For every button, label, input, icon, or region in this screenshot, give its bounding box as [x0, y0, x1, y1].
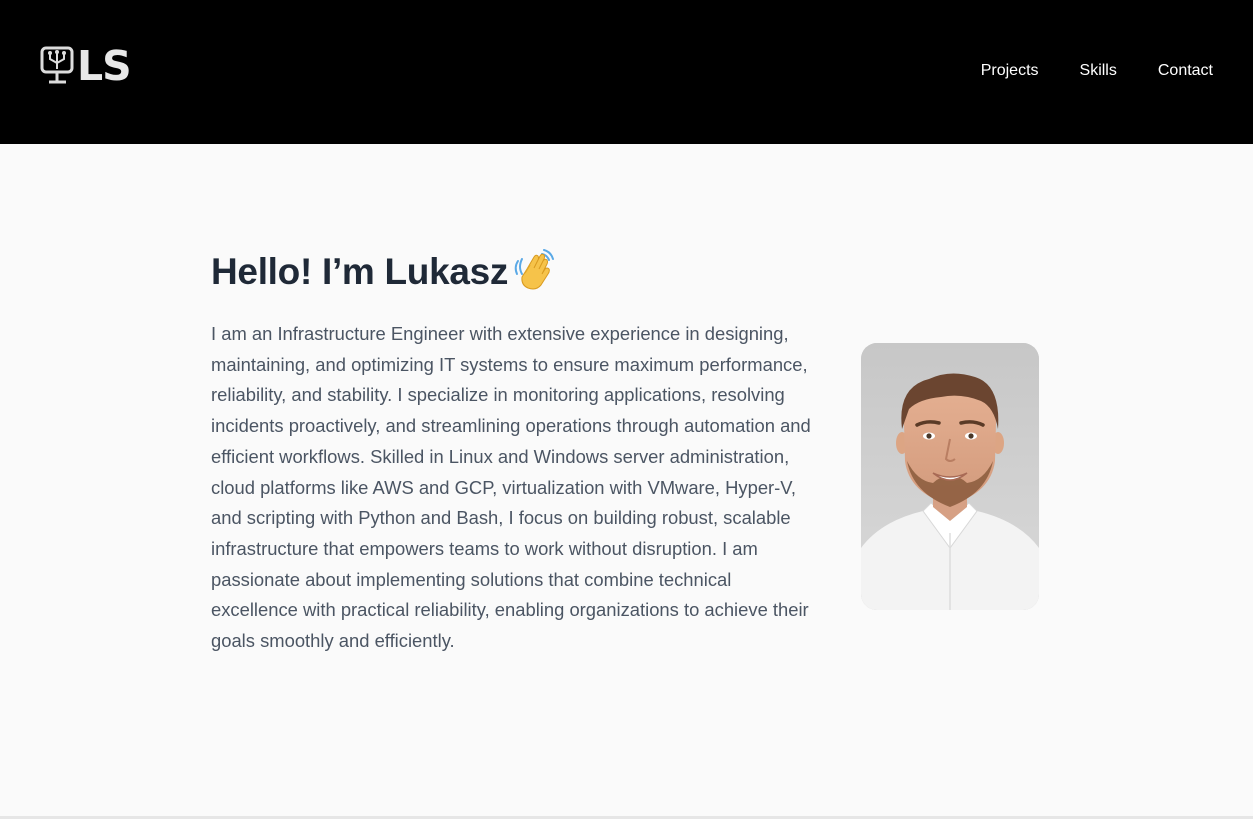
logo-text: LS	[77, 41, 132, 90]
profile-photo	[861, 343, 1039, 610]
site-header: LS Projects Skills Contact	[0, 0, 1253, 144]
nav-link-projects[interactable]: Projects	[981, 61, 1039, 81]
portrait-illustration	[861, 343, 1039, 610]
nav-link-skills[interactable]: Skills	[1080, 61, 1117, 81]
bio-text: I am an Infrastructure Engineer with ext…	[211, 323, 811, 652]
nav-link-contact[interactable]: Contact	[1158, 61, 1213, 81]
hero-title: Hello! I’m Lukasz	[211, 248, 558, 296]
monitor-circuit-icon	[40, 46, 74, 84]
main-nav: Projects Skills Contact	[981, 61, 1213, 81]
waving-hand-icon	[514, 249, 555, 290]
logo[interactable]: LS	[40, 42, 132, 90]
hero-title-text: Hello! I’m Lukasz	[211, 251, 509, 292]
